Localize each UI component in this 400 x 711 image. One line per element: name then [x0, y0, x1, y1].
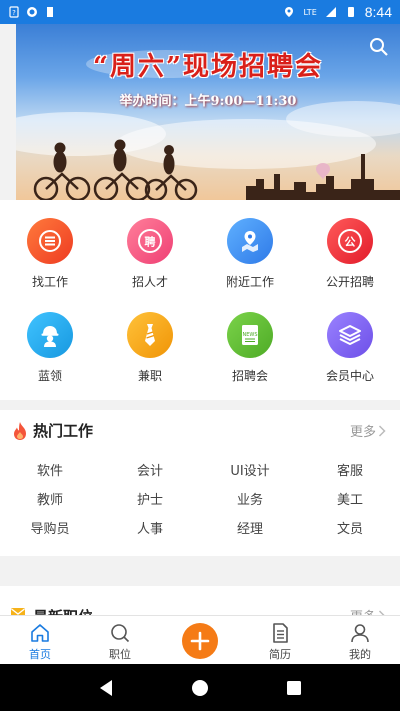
job-tag[interactable]: 业务	[200, 489, 300, 508]
plus-icon	[190, 631, 210, 651]
system-navigation-bar	[0, 664, 400, 711]
recents-icon[interactable]	[286, 680, 302, 696]
job-tag[interactable]: 软件	[0, 460, 100, 479]
job-tag[interactable]: 护士	[100, 489, 200, 508]
tab-me[interactable]: 我的	[320, 616, 400, 665]
banner-carousel[interactable]: “周六”现场招聘会 举办时间：上午9:00—11:30	[16, 24, 400, 200]
menu-label: 找工作	[31, 275, 68, 289]
recruit-badge-icon: 聘	[127, 218, 173, 264]
banner-title: “周六”现场招聘会	[93, 52, 323, 82]
tab-resume[interactable]: 简历	[240, 616, 320, 665]
menu-item-find-job[interactable]: 找工作	[0, 200, 100, 295]
svg-text:NEWS: NEWS	[242, 332, 257, 338]
person-icon	[351, 624, 369, 643]
worker-helmet-icon	[27, 312, 73, 358]
sd-card-icon	[47, 7, 53, 17]
job-tag[interactable]: UI设计	[200, 460, 300, 479]
job-tag[interactable]: 会计	[100, 460, 200, 479]
menu-item-recruit[interactable]: 聘 招人才	[100, 200, 200, 295]
app-screen: ? LTE 8:44 “周六”现场招聘会 举办时间：上午9:00—11:30 找…	[0, 0, 400, 711]
job-tag[interactable]: 人事	[100, 518, 200, 537]
tab-label: 首页	[29, 648, 51, 661]
hot-jobs-more-link[interactable]: 更多	[350, 421, 386, 440]
menu-item-job-fair[interactable]: NEWS 招聘会	[200, 294, 300, 389]
chevron-right-icon	[378, 424, 386, 437]
search-icon[interactable]	[368, 36, 390, 58]
job-tag[interactable]: 客服	[300, 460, 400, 479]
layers-icon	[327, 312, 373, 358]
tie-icon	[127, 312, 173, 358]
menu-label: 招人才	[131, 275, 168, 289]
sim-icon: ?	[9, 6, 19, 18]
menu-item-blue-collar[interactable]: 蓝领	[0, 294, 100, 389]
menu-item-part-time[interactable]: 兼职	[100, 294, 200, 389]
tab-label: 我的	[349, 648, 371, 661]
job-tag[interactable]: 美工	[300, 489, 400, 508]
menu-label: 招聘会	[231, 369, 268, 383]
more-label: 更多	[349, 425, 376, 440]
home-button-icon[interactable]	[191, 679, 209, 697]
sync-icon	[27, 7, 37, 17]
status-bar: ? LTE 8:44	[0, 0, 400, 24]
network-type: LTE	[303, 7, 317, 17]
svg-text:?: ?	[12, 9, 16, 17]
map-pin-icon	[227, 218, 273, 264]
tab-label: 职位	[109, 648, 131, 661]
menu-label: 会员中心	[325, 369, 374, 383]
job-tag[interactable]: 导购员	[0, 518, 100, 537]
news-icon: NEWS	[227, 312, 273, 358]
menu-item-nearby-jobs[interactable]: 附近工作	[200, 200, 300, 295]
banner-subtitle: 举办时间：上午9:00—11:30	[119, 94, 297, 109]
flame-icon	[14, 422, 26, 440]
home-icon	[31, 624, 49, 642]
section-title-hot-jobs: 热门工作	[33, 422, 94, 440]
tab-jobs[interactable]: 职位	[80, 616, 160, 665]
search-icon	[111, 624, 130, 643]
menu-label: 兼职	[137, 369, 162, 383]
tab-home[interactable]: 首页	[0, 616, 80, 665]
back-icon[interactable]	[98, 679, 114, 697]
job-tag[interactable]: 教师	[0, 489, 100, 508]
job-tag[interactable]: 文员	[300, 518, 400, 537]
public-badge-icon: 公	[327, 218, 373, 264]
tab-label: 简历	[269, 648, 291, 661]
menu-label: 附近工作	[225, 275, 274, 289]
signal-icon	[325, 7, 336, 17]
hot-jobs-section: 热门工作 更多 软件 会计 UI设计 客服 教师 护士 业务 美工 导购员 人事…	[0, 410, 400, 556]
feature-menu-grid: 找工作 聘 招人才 附近工作 公 公开招聘 蓝领 兼职 NEWS 招聘会 会员中…	[0, 200, 400, 400]
location-icon	[285, 7, 294, 17]
menu-label: 公开招聘	[325, 275, 374, 289]
list-icon	[27, 218, 73, 264]
svg-text:公: 公	[345, 236, 356, 249]
publish-button[interactable]	[182, 623, 218, 659]
job-tag[interactable]: 经理	[200, 518, 300, 537]
battery-icon	[347, 7, 354, 17]
menu-item-public-recruitment[interactable]: 公 公开招聘	[300, 200, 400, 295]
menu-label: 蓝领	[37, 369, 62, 383]
status-time: 8:44	[364, 4, 392, 20]
svg-text:聘: 聘	[145, 235, 156, 249]
menu-item-member-center[interactable]: 会员中心	[300, 294, 400, 389]
document-icon	[273, 623, 288, 643]
